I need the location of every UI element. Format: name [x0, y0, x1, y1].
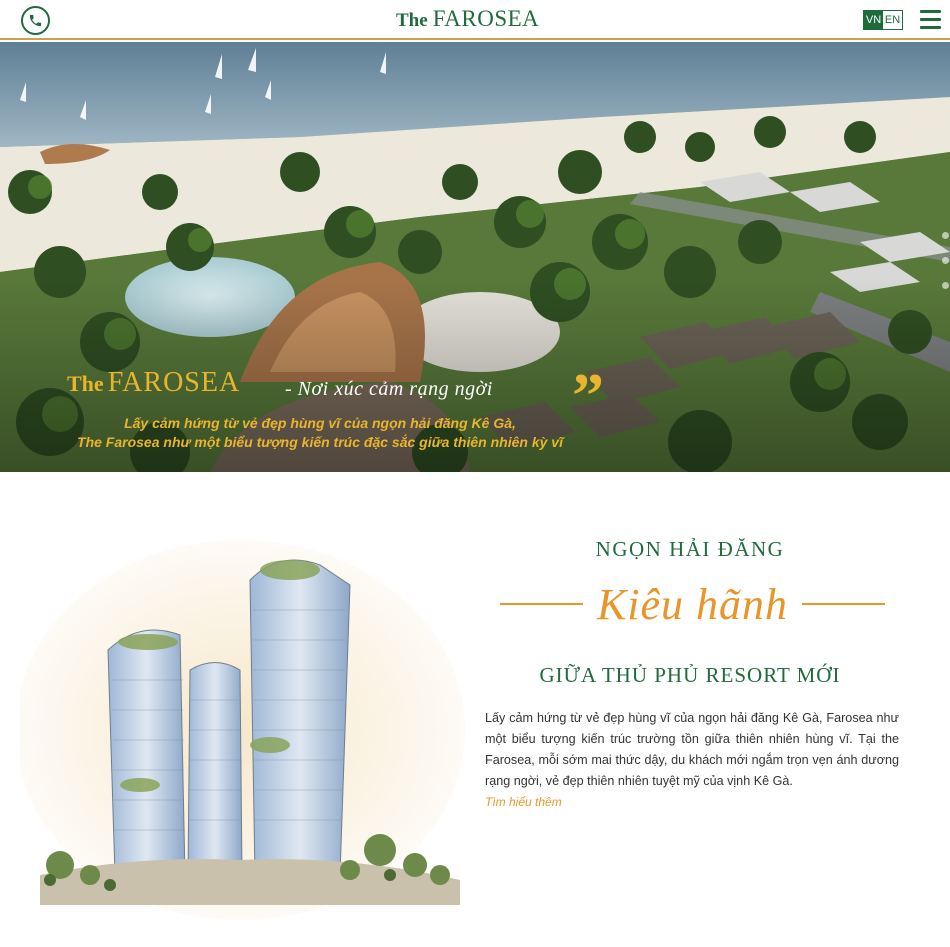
- lang-vn-button[interactable]: VN: [864, 11, 883, 29]
- hero-desc-line-1: Lấy cảm hứng từ vẻ đẹp hùng vĩ của ngọn …: [124, 415, 516, 431]
- divider-line-right: [802, 603, 886, 605]
- slider-dot[interactable]: [942, 232, 949, 239]
- slider-dot[interactable]: [942, 282, 949, 289]
- learn-more-link[interactable]: Tìm hiểu thêm: [485, 795, 562, 809]
- heading-resort-capital: GIỮA THỦ PHỦ RESORT MỚI: [539, 663, 841, 687]
- slider-dots: [942, 232, 949, 289]
- hamburger-menu-icon[interactable]: [920, 10, 941, 29]
- hero-brand-logo: The FAROSEA: [67, 367, 240, 399]
- site-logo[interactable]: The FAROSEA: [396, 6, 539, 34]
- heading-lighthouse: NGỌN HẢI ĐĂNG: [595, 537, 785, 561]
- hero-desc-line-2: The Farosea như một biểu tượng kiến trúc…: [77, 434, 563, 450]
- phone-button[interactable]: [21, 6, 50, 35]
- hero-description: Lấy cảm hứng từ vẻ đẹp hùng vĩ của ngọn …: [40, 414, 600, 452]
- logo-the: The: [396, 10, 428, 31]
- script-heading: Kiêu hãnh: [596, 579, 789, 629]
- script-heading-row: Kiêu hãnh: [500, 572, 886, 636]
- site-header: The FAROSEA VN EN: [0, 0, 950, 40]
- language-switcher: VN EN: [863, 10, 903, 30]
- lang-en-button[interactable]: EN: [883, 11, 902, 29]
- hero-brand-name: FAROSEA: [107, 367, 241, 398]
- hero-brand-the: The: [67, 371, 104, 396]
- resort-aerial-image: [0, 42, 950, 472]
- intro-body-text: Lấy cảm hứng từ vẻ đẹp hùng vĩ của ngọn …: [485, 711, 899, 788]
- hero-banner: The FAROSEA - Nơi xúc cảm rạng ngời ” Lấ…: [0, 42, 950, 472]
- slider-dot[interactable]: [942, 257, 949, 264]
- phone-icon: [29, 14, 42, 27]
- divider-line-left: [500, 603, 583, 605]
- hero-tagline: - Nơi xúc cảm rạng ngời: [285, 378, 493, 400]
- tower-sketch-illustration: [20, 540, 465, 920]
- logo-name: FAROSEA: [432, 6, 540, 31]
